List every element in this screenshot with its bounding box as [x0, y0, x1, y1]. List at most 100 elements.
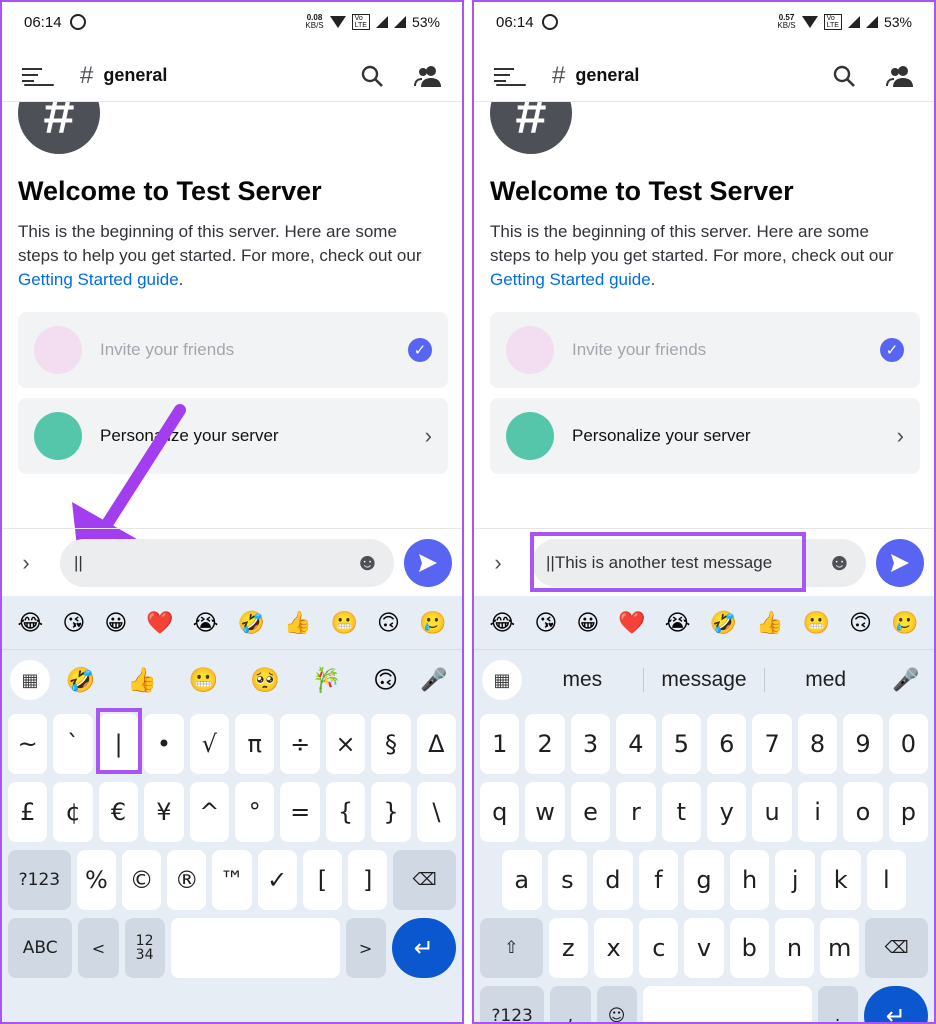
menu-icon[interactable]: 145 [494, 66, 529, 99]
key[interactable]: 8 [797, 714, 838, 774]
recent-emoji[interactable]: 🙃 [377, 610, 400, 636]
key[interactable]: 4 [616, 714, 656, 774]
suggested-emoji[interactable]: 😬 [189, 666, 219, 695]
key[interactable]: i [797, 782, 838, 842]
space-key[interactable] [170, 918, 340, 978]
emoji-key[interactable]: ☺ [596, 986, 637, 1022]
recent-emoji[interactable]: 😬 [331, 610, 358, 636]
key[interactable]: r [616, 782, 656, 842]
key[interactable]: § [371, 714, 411, 774]
invite-friends-card[interactable]: Invite your friends ✓ [490, 312, 920, 388]
key[interactable]: 0 [888, 714, 929, 774]
recent-emoji[interactable]: 👍 [284, 610, 311, 636]
key[interactable]: h [729, 850, 770, 910]
members-icon[interactable] [414, 64, 442, 88]
key[interactable]: } [371, 782, 411, 842]
key[interactable]: • [144, 714, 184, 774]
recent-emoji[interactable]: 😭 [193, 610, 219, 636]
key[interactable]: ¥ [144, 782, 184, 842]
search-icon[interactable] [832, 64, 856, 88]
enter-key[interactable]: ↵ [391, 918, 456, 978]
key[interactable]: ® [167, 850, 207, 910]
backspace-key[interactable]: ⌫ [865, 918, 929, 978]
emoji-grid-icon[interactable]: ▦ [10, 660, 50, 700]
key[interactable]: { [325, 782, 366, 842]
key[interactable]: 5 [661, 714, 702, 774]
message-input[interactable]: || ☻ [60, 538, 394, 587]
period-key[interactable]: . [817, 986, 858, 1022]
key[interactable]: d [593, 850, 633, 910]
backspace-key[interactable]: ⌫ [393, 850, 457, 910]
key[interactable]: ✓ [257, 850, 297, 910]
comma-key[interactable]: , [550, 986, 591, 1022]
key[interactable]: p [888, 782, 929, 842]
recent-emoji[interactable]: 😀 [576, 610, 599, 636]
space-key[interactable] [642, 986, 812, 1022]
recent-emoji[interactable]: 🙃 [849, 610, 872, 636]
key[interactable]: m [820, 918, 860, 978]
recent-emoji[interactable]: 😀 [104, 610, 127, 636]
abc-key[interactable]: ABC [8, 918, 73, 978]
expand-icon[interactable]: › [12, 550, 40, 576]
key[interactable]: l [866, 850, 907, 910]
members-icon[interactable] [886, 64, 914, 88]
key[interactable]: v [684, 918, 724, 978]
key[interactable]: √ [189, 714, 230, 774]
microphone-icon[interactable]: 🎤 [886, 660, 926, 700]
page-switch-key[interactable]: 12 34 [124, 918, 165, 978]
shift-key[interactable]: ⇧ [480, 918, 543, 978]
emoji-icon[interactable]: ☻ [827, 549, 852, 577]
key[interactable]: a [502, 850, 542, 910]
sym-key[interactable]: ?123 [8, 850, 71, 910]
recent-emoji[interactable]: 🥲 [419, 610, 446, 636]
key[interactable]: n [774, 918, 815, 978]
getting-started-link[interactable]: Getting Started guide [18, 270, 179, 289]
suggested-emoji[interactable]: 🥺 [250, 666, 280, 695]
sym-key[interactable]: ?123 [480, 986, 545, 1022]
recent-emoji[interactable]: ❤️ [146, 610, 173, 636]
menu-icon[interactable]: 145 [22, 66, 57, 99]
word-suggestion[interactable]: med [765, 668, 886, 692]
key[interactable]: c [639, 918, 679, 978]
key[interactable]: f [638, 850, 679, 910]
expand-icon[interactable]: › [484, 550, 512, 576]
key[interactable]: % [76, 850, 116, 910]
microphone-icon[interactable]: 🎤 [414, 660, 454, 700]
recent-emoji[interactable]: 🤣 [710, 610, 737, 636]
key[interactable]: 7 [752, 714, 792, 774]
key[interactable]: \ [416, 782, 457, 842]
key[interactable]: u [752, 782, 792, 842]
less-than-key[interactable]: < [78, 918, 119, 978]
recent-emoji[interactable]: 🥲 [891, 610, 918, 636]
recent-emoji[interactable]: 🤣 [238, 610, 265, 636]
key[interactable]: z [548, 918, 588, 978]
key[interactable]: ° [235, 782, 275, 842]
key[interactable]: 6 [707, 714, 747, 774]
recent-emoji[interactable]: 😘 [534, 610, 557, 636]
key[interactable]: ] [348, 850, 388, 910]
enter-key[interactable]: ↵ [863, 986, 928, 1022]
key[interactable]: = [280, 782, 320, 842]
word-suggestion[interactable]: mes [522, 668, 644, 692]
key[interactable]: ¢ [53, 782, 93, 842]
key[interactable]: ~ [8, 714, 48, 774]
recent-emoji[interactable]: 😂 [18, 610, 44, 636]
recent-emoji[interactable]: 👍 [756, 610, 783, 636]
key[interactable]: o [843, 782, 883, 842]
send-button[interactable] [876, 538, 924, 587]
key[interactable]: £ [8, 782, 48, 842]
key[interactable]: [ [302, 850, 343, 910]
recent-emoji[interactable]: ❤️ [618, 610, 645, 636]
key[interactable]: y [707, 782, 747, 842]
word-suggestion[interactable]: message [644, 668, 766, 692]
personalize-server-card[interactable]: Personalize your server › [490, 398, 920, 474]
emoji-icon[interactable]: ☻ [355, 549, 380, 577]
key[interactable]: 9 [843, 714, 883, 774]
recent-emoji[interactable]: 😘 [62, 610, 85, 636]
key[interactable]: q [480, 782, 520, 842]
key[interactable]: k [820, 850, 861, 910]
key[interactable]: € [98, 782, 139, 842]
key[interactable]: e [570, 782, 611, 842]
key[interactable]: 1 [480, 714, 520, 774]
key[interactable]: j [775, 850, 815, 910]
